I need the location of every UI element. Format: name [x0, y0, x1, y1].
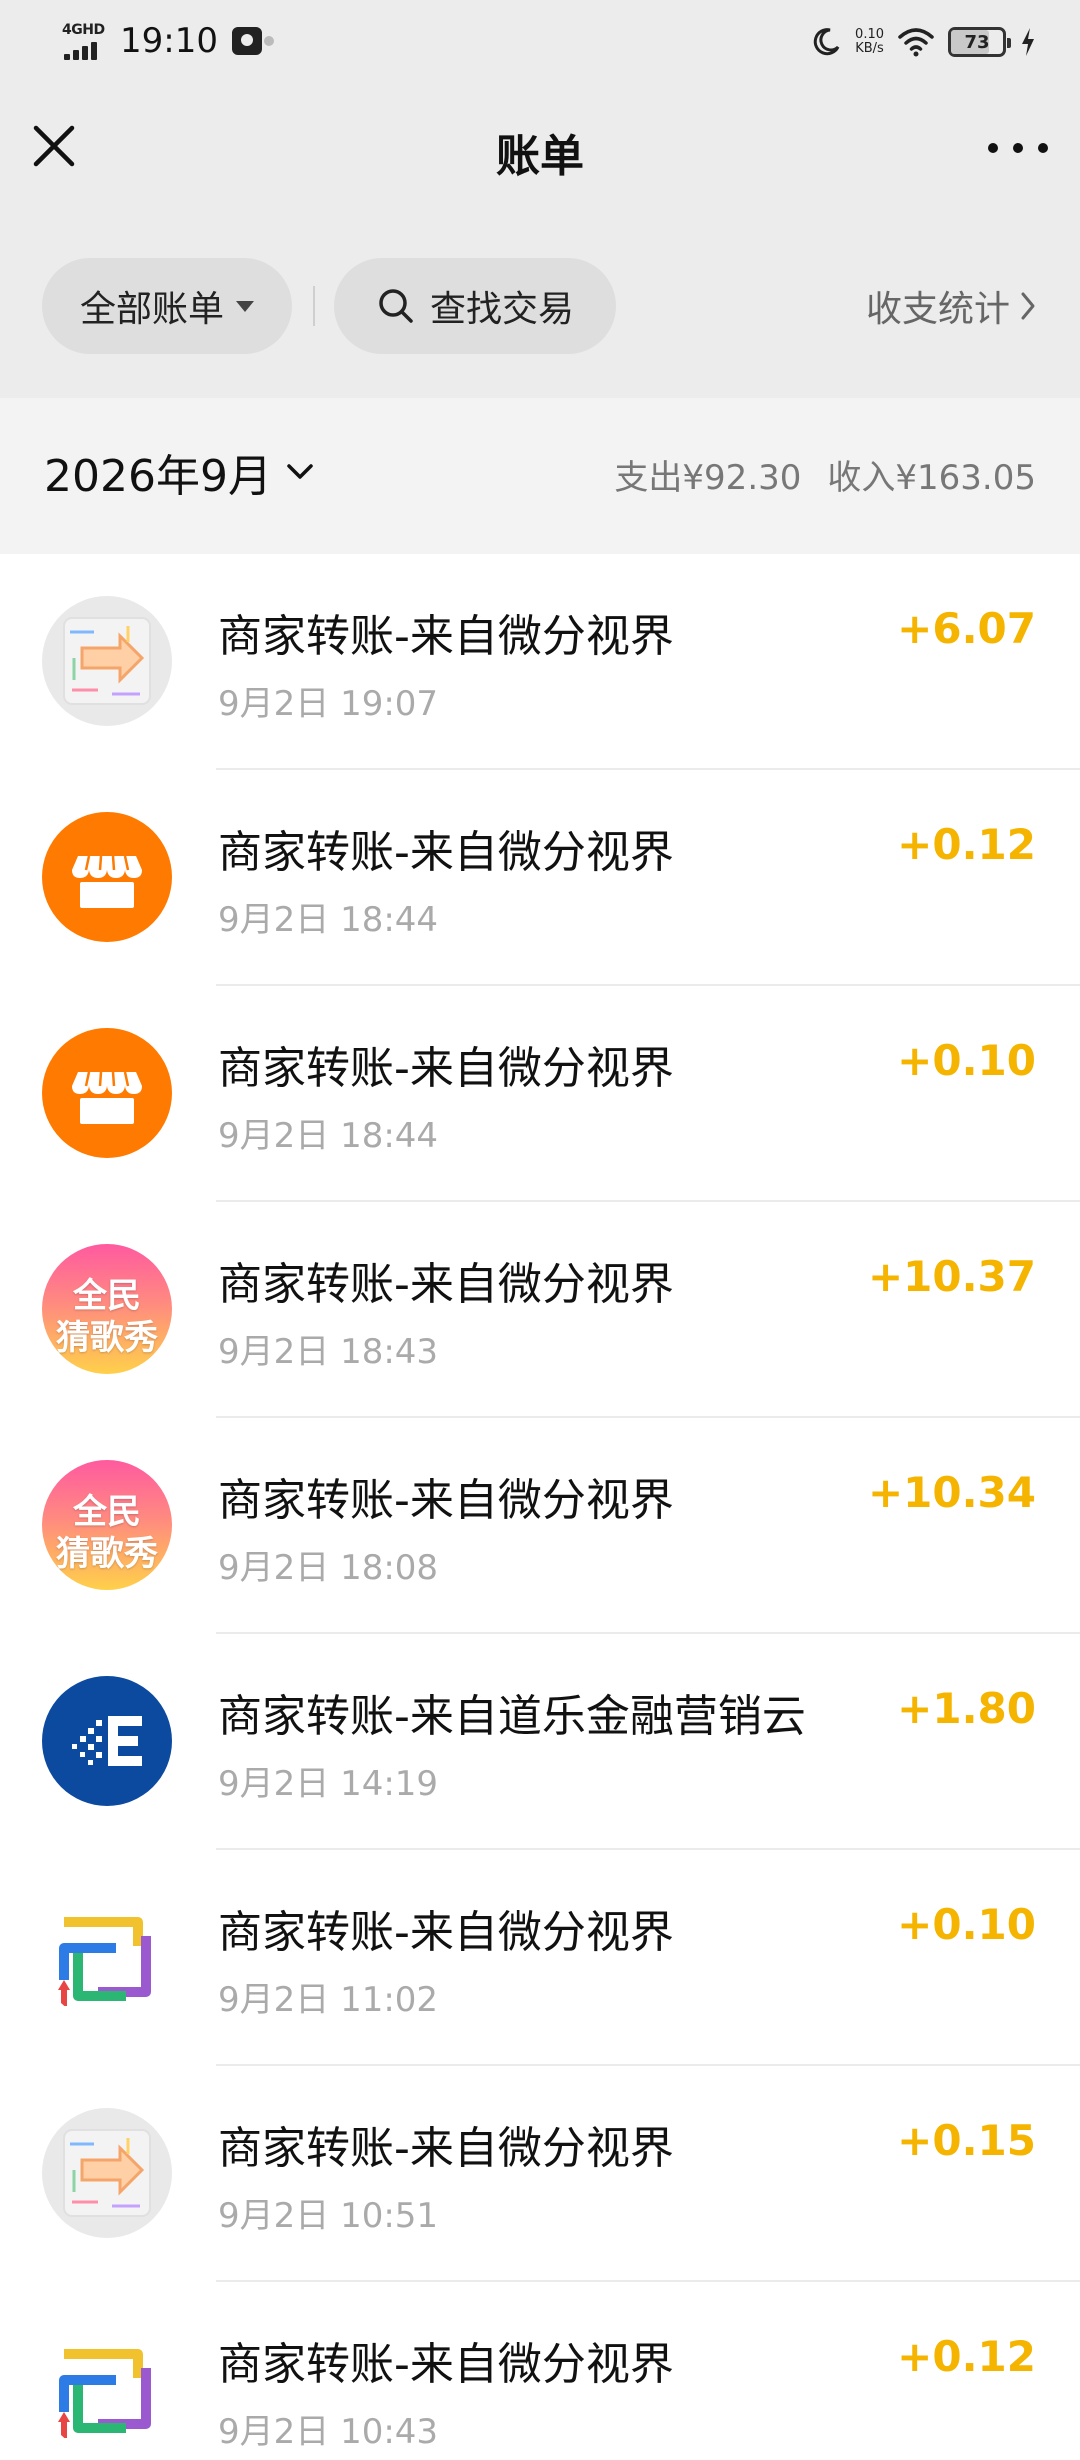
transaction-amount: +6.07	[897, 604, 1036, 653]
search-label: 查找交易	[429, 289, 574, 330]
logo-line-2: 猜歌秀	[56, 1318, 158, 1358]
transaction-time: 9月2日 11:02	[218, 1980, 439, 2020]
income-expense-stats-link[interactable]: 收支统计	[866, 278, 1036, 334]
arrows-maze-icon	[42, 2108, 172, 2238]
transaction-row[interactable]: 全民 猜歌秀 商家转账-来自微分视界 9月2日 18:08 +10.34	[0, 1418, 1080, 1634]
filter-divider	[313, 286, 315, 326]
signal-icon: 4GHD	[62, 20, 110, 62]
transaction-amount: +0.12	[897, 2332, 1036, 2381]
header-area: 4GHD 19:10 0.10 KB/s 73 账单 全部账单 查找交易 收支统…	[0, 0, 1080, 398]
transaction-time: 9月2日 10:51	[218, 2196, 439, 2236]
transaction-title: 商家转账-来自微分视界	[218, 2123, 674, 2174]
arrows-loop-icon	[42, 1892, 172, 2022]
status-time: 19:10	[120, 21, 218, 61]
month-totals: 支出¥92.30 收入¥163.05	[614, 450, 1036, 499]
status-right: 0.10 KB/s 73	[811, 20, 1036, 64]
transaction-row[interactable]: 商家转账-来自道乐金融营销云 9月2日 14:19 +1.80	[0, 1634, 1080, 1850]
status-bar: 4GHD 19:10 0.10 KB/s 73	[0, 0, 1080, 82]
transaction-time: 9月2日 18:43	[218, 1332, 439, 1372]
transaction-amount: +0.15	[897, 2116, 1036, 2165]
battery-icon: 73	[948, 27, 1011, 57]
transaction-row[interactable]: 商家转账-来自微分视界 9月2日 19:07 +6.07	[0, 554, 1080, 770]
search-icon	[379, 289, 413, 323]
more-options-icon[interactable]	[988, 128, 1048, 168]
network-type: 4GHD	[62, 22, 105, 38]
speed-value: 0.10	[855, 27, 884, 42]
transaction-time: 9月2日 18:08	[218, 1548, 439, 1588]
close-icon[interactable]	[30, 122, 78, 170]
transaction-amount: +0.12	[897, 820, 1036, 869]
transaction-title: 商家转账-来自微分视界	[218, 1907, 674, 1958]
transaction-title: 商家转账-来自微分视界	[218, 1259, 674, 1310]
notification-dot-icon	[263, 36, 274, 46]
transaction-time: 9月2日 14:19	[218, 1764, 439, 1804]
transaction-time: 9月2日 18:44	[218, 1116, 439, 1156]
transaction-row[interactable]: 商家转账-来自微分视界 9月2日 11:02 +0.10	[0, 1850, 1080, 2066]
moon-icon	[813, 28, 840, 56]
transaction-row[interactable]: 商家转账-来自微分视界 9月2日 18:44 +0.12	[0, 770, 1080, 986]
dropdown-caret-icon	[236, 300, 254, 312]
transaction-list: 商家转账-来自微分视界 9月2日 19:07 +6.07 商家转账-来自微分视界…	[0, 554, 1080, 2460]
wifi-icon	[898, 28, 934, 57]
month-label: 2026年9月	[44, 451, 272, 502]
transaction-amount: +0.10	[897, 1900, 1036, 1949]
transaction-row[interactable]: 商家转账-来自微分视界 9月2日 18:44 +0.10	[0, 986, 1080, 1202]
transaction-time: 9月2日 10:43	[218, 2412, 439, 2452]
transaction-title: 商家转账-来自微分视界	[218, 1043, 674, 1094]
expense-total: 支出¥92.30	[614, 458, 802, 498]
arrows-loop-icon	[42, 2324, 172, 2454]
battery-level: 73	[964, 31, 990, 53]
e-logo-icon	[42, 1676, 172, 1806]
chevron-down-icon	[287, 464, 313, 479]
transaction-amount: +10.34	[867, 1468, 1036, 1517]
transaction-title: 商家转账-来自道乐金融营销云	[218, 1691, 806, 1742]
network-speed: 0.10 KB/s	[855, 28, 884, 56]
speed-unit: KB/s	[855, 41, 884, 56]
arrows-maze-icon	[42, 596, 172, 726]
transaction-amount: +10.37	[867, 1252, 1036, 1301]
transaction-time: 9月2日 19:07	[218, 684, 439, 724]
logo-line-2: 猜歌秀	[56, 1534, 158, 1574]
all-bills-dropdown[interactable]: 全部账单	[42, 258, 292, 354]
transaction-title: 商家转账-来自微分视界	[218, 827, 674, 878]
all-bills-label: 全部账单	[79, 289, 224, 330]
month-summary-bar: 2026年9月 支出¥92.30 收入¥163.05	[0, 398, 1080, 554]
status-left: 4GHD 19:10	[62, 18, 274, 64]
transaction-title: 商家转账-来自微分视界	[218, 2339, 674, 2390]
page-title: 账单	[496, 131, 584, 182]
chevron-right-icon	[1021, 292, 1035, 320]
transaction-time: 9月2日 18:44	[218, 900, 439, 940]
charging-bolt-icon	[1022, 28, 1034, 56]
song-game-logo: 全民 猜歌秀	[42, 1460, 172, 1590]
transaction-row[interactable]: 商家转账-来自微分视界 9月2日 10:43 +0.12	[0, 2282, 1080, 2460]
transaction-row[interactable]: 商家转账-来自微分视界 9月2日 10:51 +0.15	[0, 2066, 1080, 2282]
transaction-title: 商家转账-来自微分视界	[218, 1475, 674, 1526]
song-game-logo: 全民 猜歌秀	[42, 1244, 172, 1374]
store-icon	[42, 1028, 172, 1158]
transaction-row[interactable]: 全民 猜歌秀 商家转账-来自微分视界 9月2日 18:43 +10.37	[0, 1202, 1080, 1418]
transaction-title: 商家转账-来自微分视界	[218, 611, 674, 662]
income-total: 收入¥163.05	[827, 458, 1036, 498]
store-icon	[42, 812, 172, 942]
notification-icon	[231, 27, 262, 55]
search-transactions-button[interactable]: 查找交易	[334, 258, 616, 354]
month-selector[interactable]: 2026年9月	[44, 442, 314, 502]
stats-label: 收支统计	[865, 289, 1010, 330]
transaction-amount: +1.80	[897, 1684, 1036, 1733]
transaction-amount: +0.10	[897, 1036, 1036, 1085]
